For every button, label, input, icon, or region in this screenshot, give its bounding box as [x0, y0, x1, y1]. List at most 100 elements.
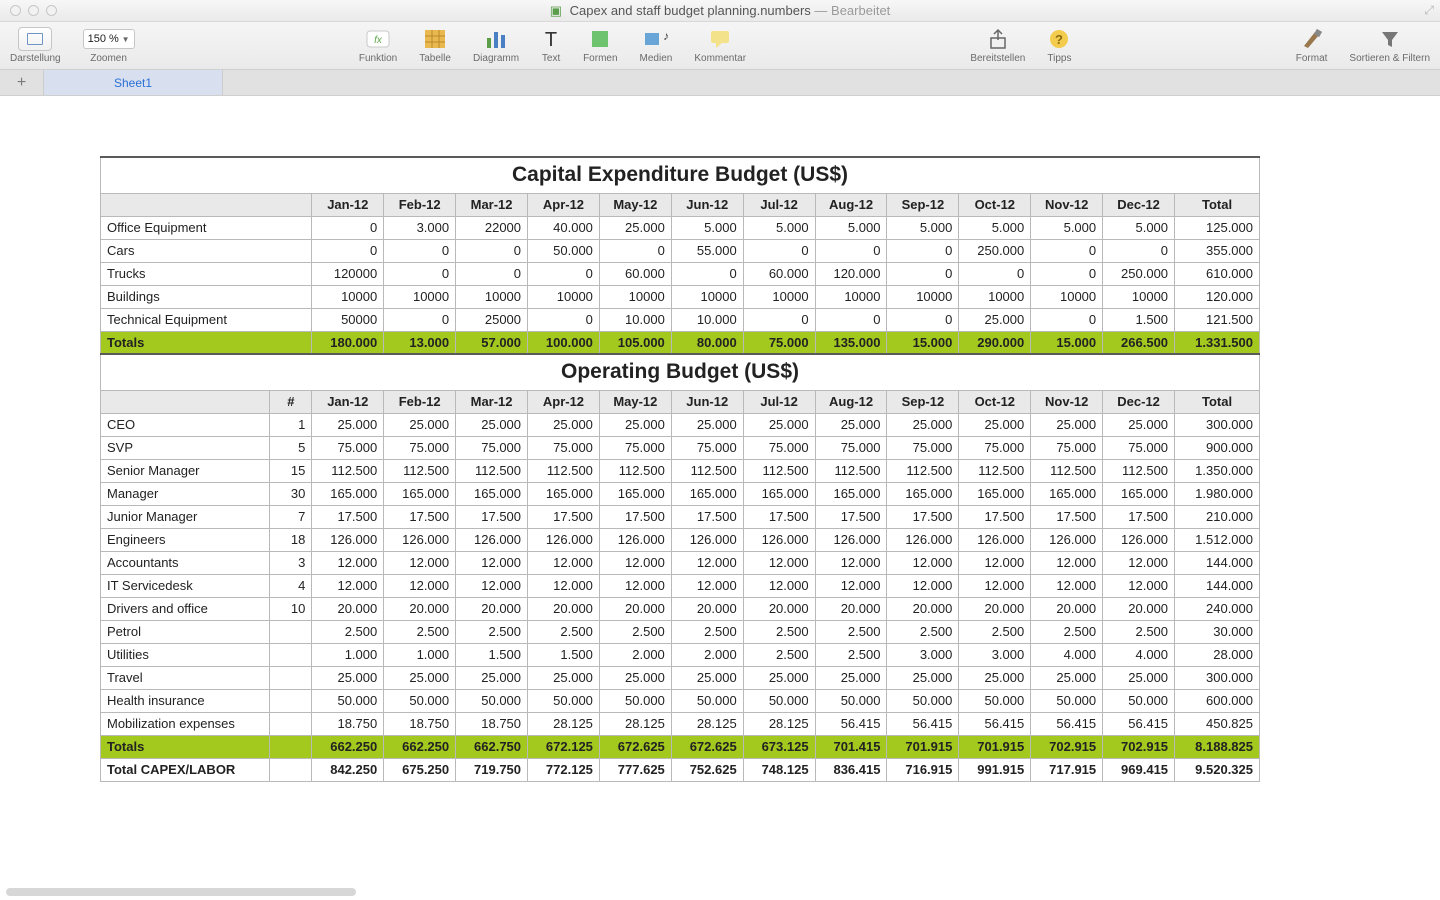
cell[interactable]: Utilities: [101, 643, 270, 666]
cell[interactable]: Totals: [101, 735, 270, 758]
cell[interactable]: 3.000: [887, 643, 959, 666]
cell[interactable]: Health insurance: [101, 689, 270, 712]
share-icon[interactable]: [970, 26, 1025, 52]
cell[interactable]: 50.000: [815, 689, 887, 712]
cell[interactable]: CEO: [101, 413, 270, 436]
cell[interactable]: [270, 666, 312, 689]
cell[interactable]: #: [270, 390, 312, 413]
cell[interactable]: 969.415: [1103, 758, 1175, 781]
cell[interactable]: 719.750: [456, 758, 528, 781]
cell[interactable]: 144.000: [1175, 574, 1260, 597]
cell[interactable]: Technical Equipment: [101, 308, 312, 331]
cell[interactable]: 12.000: [312, 574, 384, 597]
cell[interactable]: 12.000: [384, 551, 456, 574]
cell[interactable]: 0: [1031, 262, 1103, 285]
cell[interactable]: 75.000: [815, 436, 887, 459]
cell[interactable]: 50.000: [1103, 689, 1175, 712]
cell[interactable]: [270, 620, 312, 643]
cell[interactable]: Total CAPEX/LABOR: [101, 758, 270, 781]
cell[interactable]: 17.500: [743, 505, 815, 528]
cell[interactable]: 20.000: [599, 597, 671, 620]
budget-table[interactable]: Capital Expenditure Budget (US$)Jan-12Fe…: [100, 156, 1260, 782]
cell[interactable]: 25.000: [1103, 666, 1175, 689]
cell[interactable]: Drivers and office: [101, 597, 270, 620]
cell[interactable]: Dec-12: [1103, 390, 1175, 413]
cell[interactable]: 112.500: [815, 459, 887, 482]
cell[interactable]: Trucks: [101, 262, 312, 285]
cell[interactable]: 15: [270, 459, 312, 482]
cell[interactable]: 25.000: [959, 413, 1031, 436]
cell[interactable]: 0: [743, 308, 815, 331]
cell[interactable]: 355.000: [1175, 239, 1260, 262]
cell[interactable]: 1.512.000: [1175, 528, 1260, 551]
cell[interactable]: 3.000: [959, 643, 1031, 666]
cell[interactable]: 75.000: [959, 436, 1031, 459]
cell[interactable]: 5.000: [1103, 216, 1175, 239]
cell[interactable]: 25.000: [815, 413, 887, 436]
cell[interactable]: 112.500: [959, 459, 1031, 482]
cell[interactable]: 10.000: [671, 308, 743, 331]
cell[interactable]: 121.500: [1175, 308, 1260, 331]
cell[interactable]: 20.000: [887, 597, 959, 620]
cell[interactable]: 10000: [384, 285, 456, 308]
cell[interactable]: 165.000: [456, 482, 528, 505]
cell[interactable]: 10000: [1103, 285, 1175, 308]
cell[interactable]: 75.000: [743, 436, 815, 459]
cell[interactable]: 60.000: [743, 262, 815, 285]
cell[interactable]: 25.000: [1031, 413, 1103, 436]
cell[interactable]: 112.500: [312, 459, 384, 482]
cell[interactable]: 2.500: [599, 620, 671, 643]
cell[interactable]: 701.915: [887, 735, 959, 758]
cell[interactable]: 50.000: [743, 689, 815, 712]
cell[interactable]: Jul-12: [743, 390, 815, 413]
cell[interactable]: 56.415: [959, 712, 1031, 735]
cell[interactable]: 126.000: [528, 528, 600, 551]
cell[interactable]: 25.000: [384, 413, 456, 436]
cell[interactable]: 3: [270, 551, 312, 574]
cell[interactable]: 17.500: [1103, 505, 1175, 528]
cell[interactable]: 20.000: [312, 597, 384, 620]
cell[interactable]: Oct-12: [959, 193, 1031, 216]
cell[interactable]: Apr-12: [528, 390, 600, 413]
cell[interactable]: 25.000: [599, 666, 671, 689]
cell[interactable]: 126.000: [671, 528, 743, 551]
cell[interactable]: 25.000: [959, 666, 1031, 689]
cell[interactable]: 50.000: [1031, 689, 1103, 712]
cell[interactable]: 2.000: [671, 643, 743, 666]
cell[interactable]: 4: [270, 574, 312, 597]
cell[interactable]: 17.500: [599, 505, 671, 528]
cell[interactable]: 165.000: [815, 482, 887, 505]
cell[interactable]: Operating Budget (US$): [101, 354, 1260, 390]
cell[interactable]: 450.825: [1175, 712, 1260, 735]
cell[interactable]: 56.415: [815, 712, 887, 735]
cell[interactable]: [101, 193, 312, 216]
cell[interactable]: 2.500: [528, 620, 600, 643]
cell[interactable]: Jun-12: [671, 193, 743, 216]
cell[interactable]: 0: [599, 239, 671, 262]
spreadsheet-canvas[interactable]: Capital Expenditure Budget (US$)Jan-12Fe…: [0, 96, 1440, 782]
cell[interactable]: 25.000: [528, 413, 600, 436]
cell[interactable]: Mar-12: [456, 390, 528, 413]
cell[interactable]: 842.250: [312, 758, 384, 781]
cell[interactable]: 75.000: [1031, 436, 1103, 459]
cell[interactable]: 126.000: [887, 528, 959, 551]
cell[interactable]: 20.000: [671, 597, 743, 620]
cell[interactable]: 12.000: [959, 574, 1031, 597]
cell[interactable]: 672.625: [599, 735, 671, 758]
cell[interactable]: 5.000: [815, 216, 887, 239]
cell[interactable]: Dec-12: [1103, 193, 1175, 216]
cell[interactable]: 673.125: [743, 735, 815, 758]
cell[interactable]: 165.000: [312, 482, 384, 505]
cell[interactable]: 18.750: [456, 712, 528, 735]
cell[interactable]: 20.000: [1103, 597, 1175, 620]
cell[interactable]: 126.000: [384, 528, 456, 551]
cell[interactable]: Jan-12: [312, 390, 384, 413]
cell[interactable]: 75.000: [743, 331, 815, 354]
cell[interactable]: 266.500: [1103, 331, 1175, 354]
cell[interactable]: 2.500: [1103, 620, 1175, 643]
cell[interactable]: 75.000: [887, 436, 959, 459]
cell[interactable]: 17.500: [1031, 505, 1103, 528]
cell[interactable]: 165.000: [959, 482, 1031, 505]
cell[interactable]: 662.250: [312, 735, 384, 758]
cell[interactable]: 17.500: [887, 505, 959, 528]
